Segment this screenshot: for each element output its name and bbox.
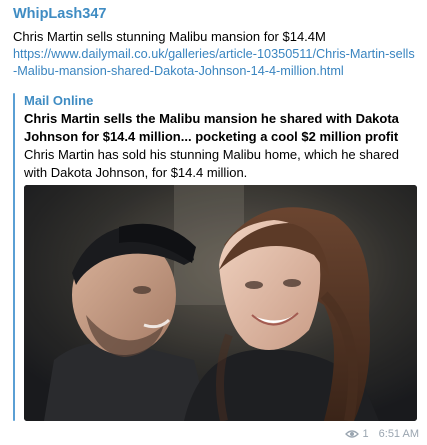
message-meta: 1 6:51 AM [344,428,419,440]
sender-name[interactable]: WhipLash347 [13,6,106,22]
eye-icon [344,430,359,438]
message-time: 6:51 AM [378,428,419,440]
message-link[interactable]: https://www.dailymail.co.uk/galleries/ar… [13,46,418,80]
link-preview[interactable]: Mail Online Chris Martin sells the Malib… [13,93,423,424]
message-bubble: WhipLash347 Chris Martin sells stunning … [0,0,427,445]
photo-of-two-people-icon [24,185,417,421]
preview-title: Chris Martin sells the Malibu mansion he… [24,111,399,144]
preview-site-name: Mail Online [24,93,94,108]
preview-accent-bar [13,93,15,421]
view-count: 1 [362,428,369,440]
message-text: Chris Martin sells stunning Malibu mansi… [13,29,326,44]
preview-description: Chris Martin has sold his stunning Malib… [24,147,400,180]
preview-image[interactable] [24,185,417,421]
